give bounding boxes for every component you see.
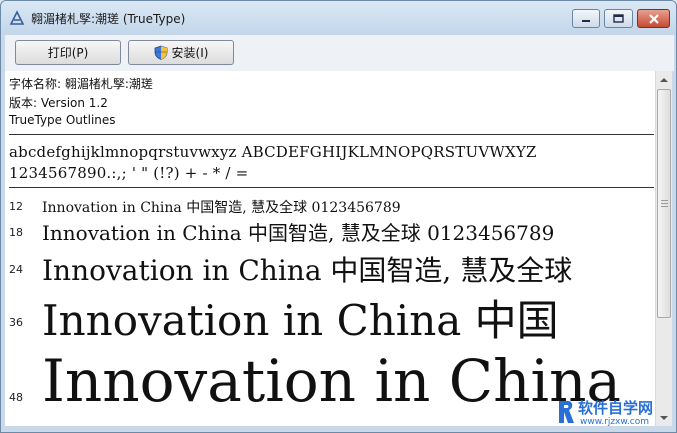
vertical-scrollbar[interactable] (655, 71, 672, 426)
font-version-line: 版本: Version 1.2 (9, 96, 108, 110)
sample-size-label: 12 (9, 200, 23, 213)
charset-digits: 1234567890.:,; ' " (!?) + - * / = (9, 164, 249, 182)
sample-text: Innovation in China 中国智造, 慧及全球 012345678… (42, 221, 555, 245)
minimize-icon (582, 19, 590, 22)
uac-shield-icon (154, 45, 167, 60)
sample-size-label: 36 (9, 316, 23, 329)
sample-text: Innovation in China 中国 (42, 296, 559, 345)
sample-row-24: 24 Innovation in China 中国智造, 慧及全球 (5, 249, 655, 287)
sample-size-label: 24 (9, 263, 23, 276)
watermark-url: www.rjzxw.com (580, 417, 649, 427)
maximize-button[interactable] (604, 9, 633, 28)
font-outline-line: TrueType Outlines (9, 113, 116, 127)
title-bar[interactable]: 翱湄楮札孯:潮瑳 (TrueType) (1, 1, 676, 35)
sample-row-36: 36 Innovation in China 中国 (5, 287, 655, 347)
install-button[interactable]: 安装(I) (128, 40, 234, 65)
font-name-line: 字体名称: 翱湄楮札孯:潮瑳 (9, 77, 153, 91)
window-title: 翱湄楮札孯:潮瑳 (TrueType) (31, 12, 186, 26)
scroll-thumb[interactable] (657, 89, 671, 318)
toolbar: 打印(P) 安装(I) (5, 35, 674, 71)
divider-2 (9, 187, 654, 188)
install-button-label: 安装(I) (171, 46, 209, 60)
thumb-grip (661, 200, 668, 201)
print-button-label: 打印(P) (47, 46, 89, 60)
sample-row-12: 12 Innovation in China 中国智造, 慧及全球 012345… (5, 195, 655, 217)
site-watermark: 软件自学网 www.rjzxw.com (556, 397, 676, 431)
chevron-up-icon (660, 77, 668, 82)
thumb-grip (661, 203, 668, 204)
sample-size-label: 48 (9, 391, 23, 404)
close-button[interactable] (637, 9, 670, 28)
thumb-grip (661, 206, 668, 207)
divider-1 (9, 134, 654, 135)
scroll-up-button[interactable] (656, 71, 672, 88)
font-viewer-window: 翱湄楮札孯:潮瑳 (TrueType) 打印(P) 安装(I) 字体名称: 翱湄… (0, 0, 677, 433)
sample-size-label: 18 (9, 226, 23, 239)
sample-text: Innovation in China (42, 347, 622, 415)
font-app-icon (9, 10, 25, 25)
font-preview-area: 字体名称: 翱湄楮札孯:潮瑳 版本: Version 1.2 TrueType … (5, 71, 655, 426)
sample-text: Innovation in China 中国智造, 慧及全球 (42, 254, 573, 287)
close-icon (648, 13, 659, 24)
watermark-logo-icon (559, 401, 574, 423)
sample-text: Innovation in China 中国智造, 慧及全球 012345678… (42, 200, 401, 216)
watermark-title: 软件自学网 (578, 399, 654, 417)
print-button[interactable]: 打印(P) (15, 40, 121, 65)
maximize-icon (613, 14, 624, 23)
charset-letters: abcdefghijklmnopqrstuvwxyz ABCDEFGHIJKLM… (9, 143, 537, 161)
minimize-button[interactable] (572, 9, 600, 28)
sample-row-18: 18 Innovation in China 中国智造, 慧及全球 012345… (5, 217, 655, 247)
